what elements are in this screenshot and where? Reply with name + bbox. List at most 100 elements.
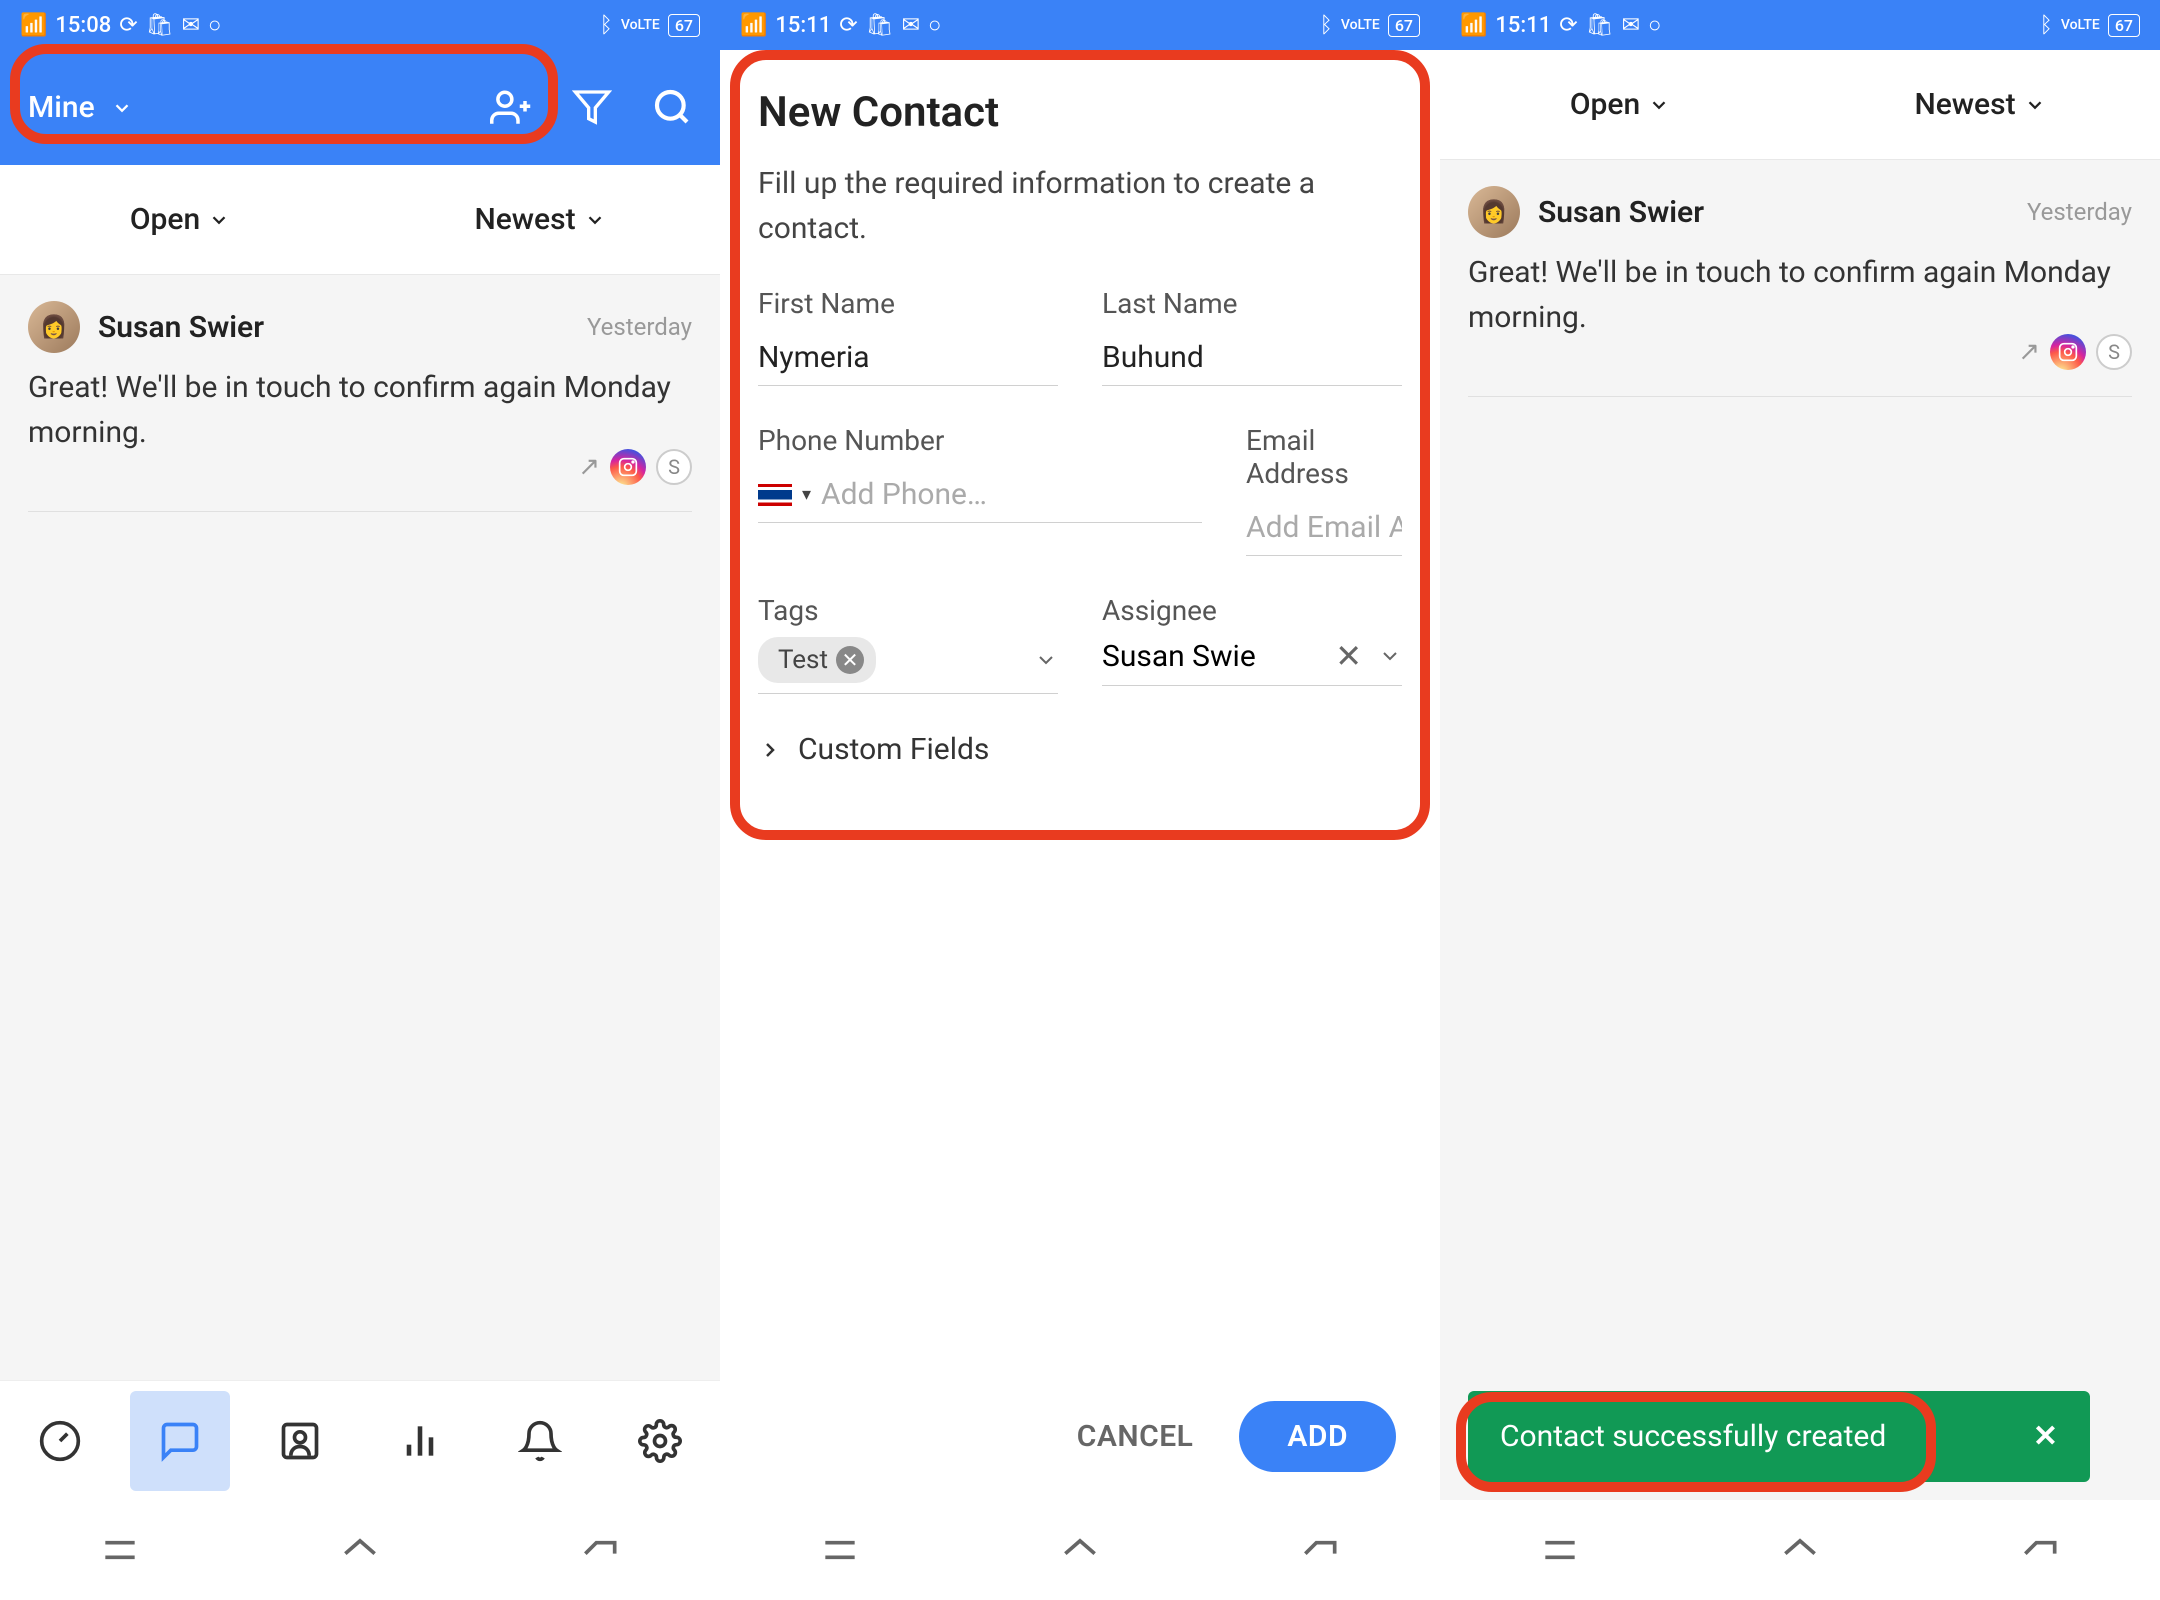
home-icon[interactable] (1778, 1528, 1822, 1572)
outgoing-icon: ↗ (2018, 337, 2040, 367)
store-icon: 🛍 (146, 13, 174, 38)
timestamp: Yesterday (587, 313, 692, 341)
assignee-badge: S (656, 449, 692, 485)
system-nav (720, 1500, 1440, 1600)
wifi-icon: ⟳ (1559, 13, 1577, 38)
modal-title: New Contact (758, 88, 1402, 137)
signal-icon: 📶 (20, 13, 47, 38)
volte-icon: VoLTE (621, 17, 660, 33)
filter-bar: Open Newest (1440, 50, 2160, 160)
cancel-button[interactable]: CANCEL (1077, 1419, 1194, 1454)
signal-icon: 📶 (740, 13, 767, 38)
chevron-down-icon[interactable] (1034, 648, 1058, 672)
email-input[interactable] (1246, 500, 1402, 556)
recent-apps-icon[interactable] (818, 1528, 862, 1572)
home-icon[interactable] (338, 1528, 382, 1572)
filter-newest[interactable]: Newest (360, 202, 720, 237)
mail-icon: ✉ (1622, 13, 1640, 38)
modal-actions: CANCEL ADD (720, 1373, 1440, 1500)
add-button[interactable]: ADD (1239, 1401, 1396, 1472)
first-name-input[interactable] (758, 330, 1058, 386)
bottom-tabs (0, 1380, 720, 1500)
filter-newest[interactable]: Newest (1800, 87, 2160, 122)
dot-icon: ○ (928, 12, 941, 38)
conversation-list: 👩 Susan Swier Yesterday Great! We'll be … (0, 275, 720, 1380)
filter-chip-mine[interactable]: Mine (28, 90, 466, 125)
success-toast: Contact successfully created ✕ (1468, 1391, 2090, 1482)
filter-open[interactable]: Open (0, 202, 360, 237)
status-bar: 📶 15:11 ⟳ 🛍 ✉ ○ ᛒ VoLTE 67 (720, 0, 1440, 50)
modal-description: Fill up the required information to crea… (758, 161, 1402, 251)
mail-icon: ✉ (182, 13, 200, 38)
filter-label: Mine (28, 90, 95, 125)
wifi-icon: ⟳ (119, 13, 137, 38)
avatar: 👩 (1468, 186, 1520, 238)
remove-tag-icon[interactable]: ✕ (836, 646, 864, 674)
assignee-label: Assignee (1102, 594, 1402, 627)
timestamp: Yesterday (2027, 198, 2132, 226)
chevron-down-icon[interactable]: ▾ (802, 484, 811, 505)
recent-apps-icon[interactable] (1538, 1528, 1582, 1572)
last-name-input[interactable] (1102, 330, 1402, 386)
recent-apps-icon[interactable] (98, 1528, 142, 1572)
message-preview: Great! We'll be in touch to confirm agai… (28, 365, 692, 455)
chevron-down-icon (1648, 94, 1670, 116)
tab-messages[interactable] (130, 1391, 230, 1491)
filter-icon[interactable] (572, 87, 612, 127)
message-preview: Great! We'll be in touch to confirm agai… (1468, 250, 2132, 340)
bluetooth-icon: ᛒ (2040, 13, 2053, 38)
status-time: 15:11 (775, 13, 831, 38)
contact-name: Susan Swier (1538, 195, 2009, 230)
battery-icon: 67 (2108, 14, 2140, 37)
email-label: Email Address (1246, 424, 1402, 490)
dot-icon: ○ (208, 12, 221, 38)
tags-label: Tags (758, 594, 1058, 627)
conversation-item[interactable]: 👩 Susan Swier Yesterday Great! We'll be … (1468, 160, 2132, 397)
tab-dashboard[interactable] (10, 1391, 110, 1491)
phone-input[interactable] (821, 467, 1202, 522)
avatar: 👩 (28, 301, 80, 353)
search-icon[interactable] (652, 87, 692, 127)
chevron-down-icon (2024, 94, 2046, 116)
clear-icon[interactable]: ✕ (1335, 637, 1362, 675)
battery-icon: 67 (668, 14, 700, 37)
first-name-label: First Name (758, 287, 1058, 320)
volte-icon: VoLTE (2061, 17, 2100, 33)
phone-label: Phone Number (758, 424, 1202, 457)
close-icon[interactable]: ✕ (2033, 1419, 2058, 1454)
top-bar: Mine (0, 50, 720, 165)
back-icon[interactable] (1298, 1528, 1342, 1572)
new-contact-modal: New Contact Fill up the required informa… (720, 50, 1440, 1373)
assignee-select[interactable]: Susan Swie ✕ (1102, 637, 1402, 686)
back-icon[interactable] (578, 1528, 622, 1572)
back-icon[interactable] (2018, 1528, 2062, 1572)
status-bar: 📶 15:08 ⟳ 🛍 ✉ ○ ᛒ VoLTE 67 (0, 0, 720, 50)
conversation-item[interactable]: 👩 Susan Swier Yesterday Great! We'll be … (28, 275, 692, 512)
last-name-label: Last Name (1102, 287, 1402, 320)
volte-icon: VoLTE (1341, 17, 1380, 33)
home-icon[interactable] (1058, 1528, 1102, 1572)
chevron-down-icon (208, 209, 230, 231)
bluetooth-icon: ᛒ (1320, 13, 1333, 38)
add-contact-icon[interactable] (490, 87, 532, 129)
dot-icon: ○ (1648, 12, 1661, 38)
tag-chip[interactable]: Test ✕ (758, 637, 876, 683)
battery-icon: 67 (1388, 14, 1420, 37)
custom-fields-toggle[interactable]: Custom Fields (758, 732, 1402, 767)
assignee-badge: S (2096, 334, 2132, 370)
filter-open[interactable]: Open (1440, 87, 1800, 122)
tab-contacts[interactable] (250, 1391, 350, 1491)
filter-bar: Open Newest (0, 165, 720, 275)
system-nav (0, 1500, 720, 1600)
status-time: 15:11 (1495, 13, 1551, 38)
tab-reports[interactable] (370, 1391, 470, 1491)
mail-icon: ✉ (902, 13, 920, 38)
tab-notifications[interactable] (490, 1391, 590, 1491)
country-flag-icon[interactable] (758, 484, 792, 506)
tab-settings[interactable] (610, 1391, 710, 1491)
outgoing-icon: ↗ (578, 452, 600, 482)
store-icon: 🛍 (866, 13, 894, 38)
status-bar: 📶 15:11 ⟳ 🛍 ✉ ○ ᛒ VoLTE 67 (1440, 0, 2160, 50)
chevron-down-icon[interactable] (1378, 644, 1402, 668)
instagram-icon (2050, 334, 2086, 370)
